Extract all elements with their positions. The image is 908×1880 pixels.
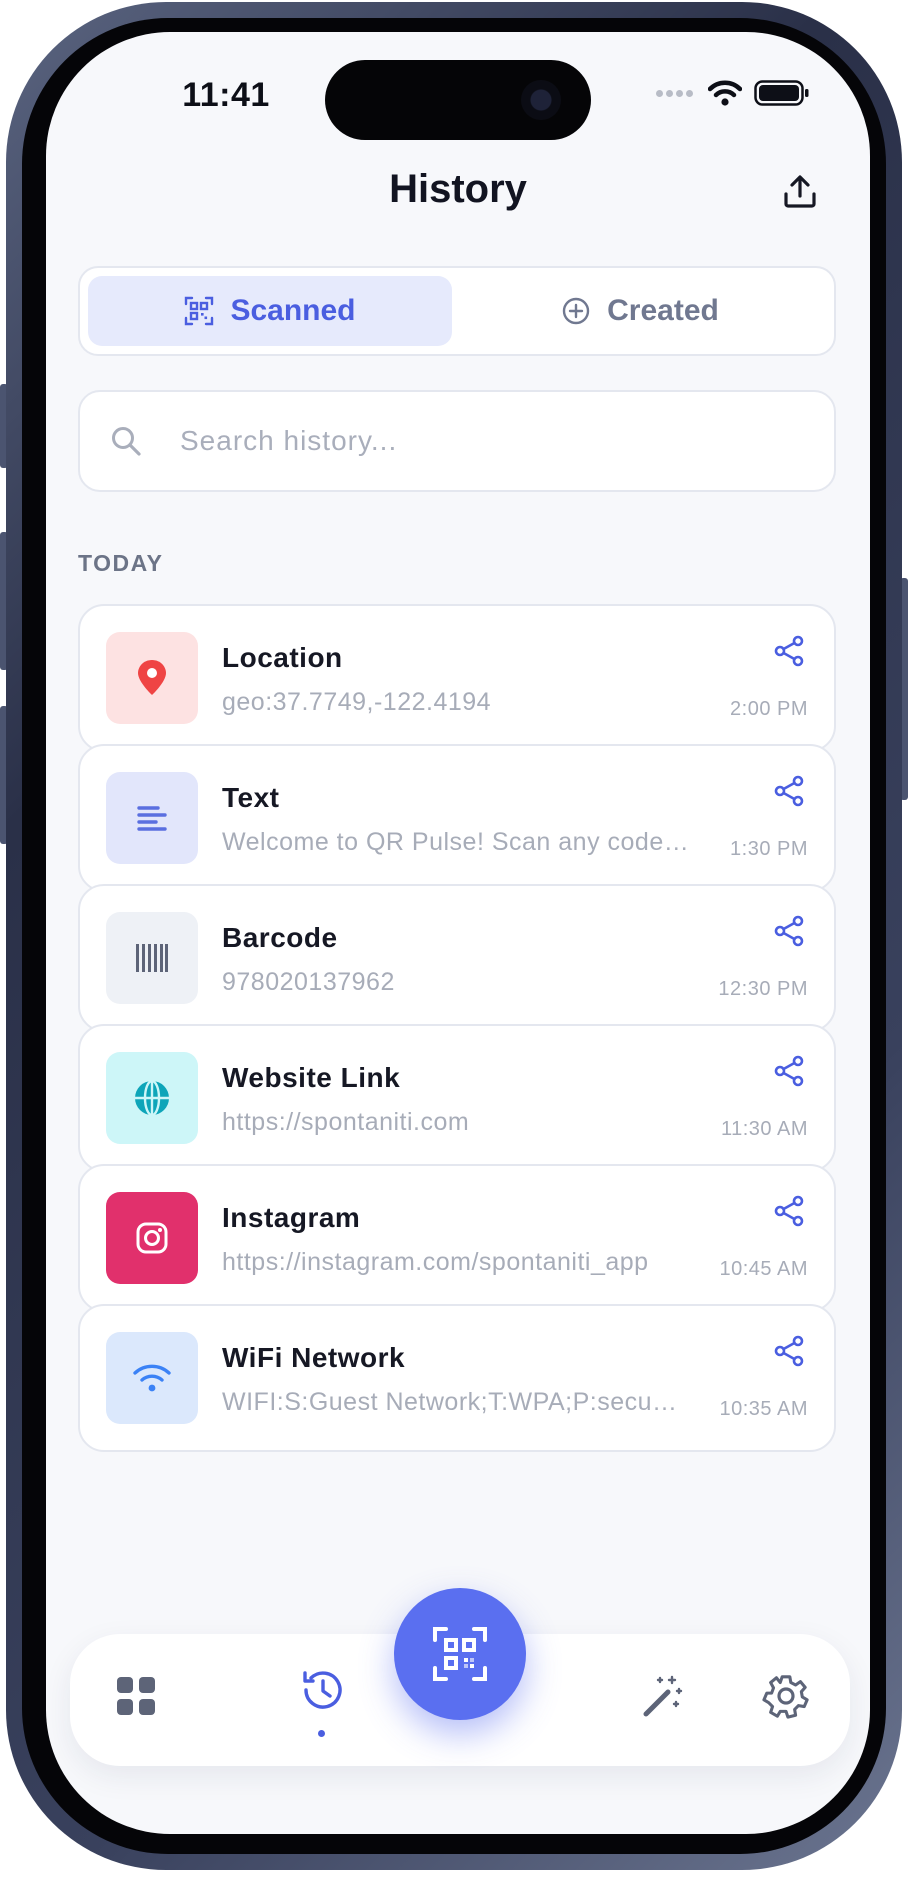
search-input[interactable] [178, 424, 782, 458]
item-time: 10:35 AM [719, 1398, 808, 1420]
item-title: Location [222, 642, 343, 673]
globe-icon [106, 1052, 198, 1144]
magic-wand-icon[interactable] [638, 1672, 686, 1720]
plus-circle-icon [562, 297, 590, 325]
barcode-icon [106, 912, 198, 1004]
item-title: WiFi Network [222, 1342, 406, 1373]
item-time: 2:00 PM [730, 698, 808, 720]
history-item[interactable]: WiFi Network WIFI:S:Guest Network;T:WPA;… [78, 1304, 836, 1452]
item-title: Instagram [222, 1202, 361, 1233]
gear-icon[interactable] [762, 1672, 810, 1720]
tab-created-label: Created [607, 294, 719, 327]
item-subtitle: 978020137962 [222, 968, 395, 996]
share-icon[interactable] [772, 774, 806, 808]
search-icon [112, 427, 141, 456]
screen: 11:41 History Scanned Created Search his… [46, 32, 870, 1834]
item-title: Text [222, 782, 280, 813]
item-subtitle: Welcome to QR Pulse! Scan any code to ge… [222, 828, 692, 856]
instagram-icon [106, 1192, 198, 1284]
signal-icon [656, 84, 696, 102]
item-title: Website Link [222, 1062, 401, 1093]
history-item[interactable]: Location geo:37.7749,-122.4194 2:00 PM [78, 604, 836, 752]
item-title: Barcode [222, 922, 338, 953]
item-subtitle: https://instagram.com/spontaniti_app [222, 1248, 649, 1276]
item-time: 11:30 AM [720, 1118, 808, 1140]
item-time: 10:45 AM [719, 1258, 808, 1280]
status-time: 11:41 [182, 76, 270, 114]
wifi-icon [106, 1332, 198, 1424]
qr-scan-icon [433, 1627, 487, 1681]
history-item[interactable]: Text Welcome to QR Pulse! Scan any code … [78, 744, 836, 892]
scan-fab-button[interactable] [394, 1588, 526, 1720]
qr-scan-icon [185, 296, 214, 326]
page-title: History [389, 167, 527, 211]
share-icon[interactable] [772, 1194, 806, 1228]
share-icon[interactable] [772, 634, 806, 668]
share-icon[interactable] [772, 1054, 806, 1088]
share-icon[interactable] [772, 1334, 806, 1368]
search-bar [78, 390, 836, 492]
active-indicator-dot [318, 1730, 325, 1737]
tab-scanned-label: Scanned [230, 294, 356, 327]
dynamic-island [325, 60, 591, 140]
wifi-status-icon [708, 80, 742, 106]
history-item[interactable]: Website Link https://spontaniti.com 11:3… [78, 1024, 836, 1172]
text-lines-icon [106, 772, 198, 864]
location-pin-icon [106, 632, 198, 724]
history-item[interactable]: Instagram https://instagram.com/spontani… [78, 1164, 836, 1312]
status-indicators [656, 80, 810, 106]
front-camera [521, 80, 561, 120]
history-icon[interactable] [298, 1666, 346, 1714]
share-icon[interactable] [772, 914, 806, 948]
history-segmented-control: Scanned Created [78, 266, 836, 356]
history-item[interactable]: Barcode 978020137962 12:30 PM [78, 884, 836, 1032]
share-upload-icon[interactable] [780, 172, 820, 212]
item-subtitle: WIFI:S:Guest Network;T:WPA;P:securepass;… [222, 1388, 682, 1416]
tab-scanned[interactable]: Scanned [88, 276, 452, 346]
item-subtitle: geo:37.7749,-122.4194 [222, 688, 492, 716]
section-header-today: TODAY [78, 550, 164, 576]
grid-icon[interactable] [112, 1672, 160, 1720]
item-time: 1:30 PM [730, 838, 808, 860]
tab-created[interactable]: Created [458, 276, 822, 346]
battery-icon [754, 80, 809, 106]
item-subtitle: https://spontaniti.com [222, 1108, 470, 1136]
item-time: 12:30 PM [718, 978, 808, 1000]
